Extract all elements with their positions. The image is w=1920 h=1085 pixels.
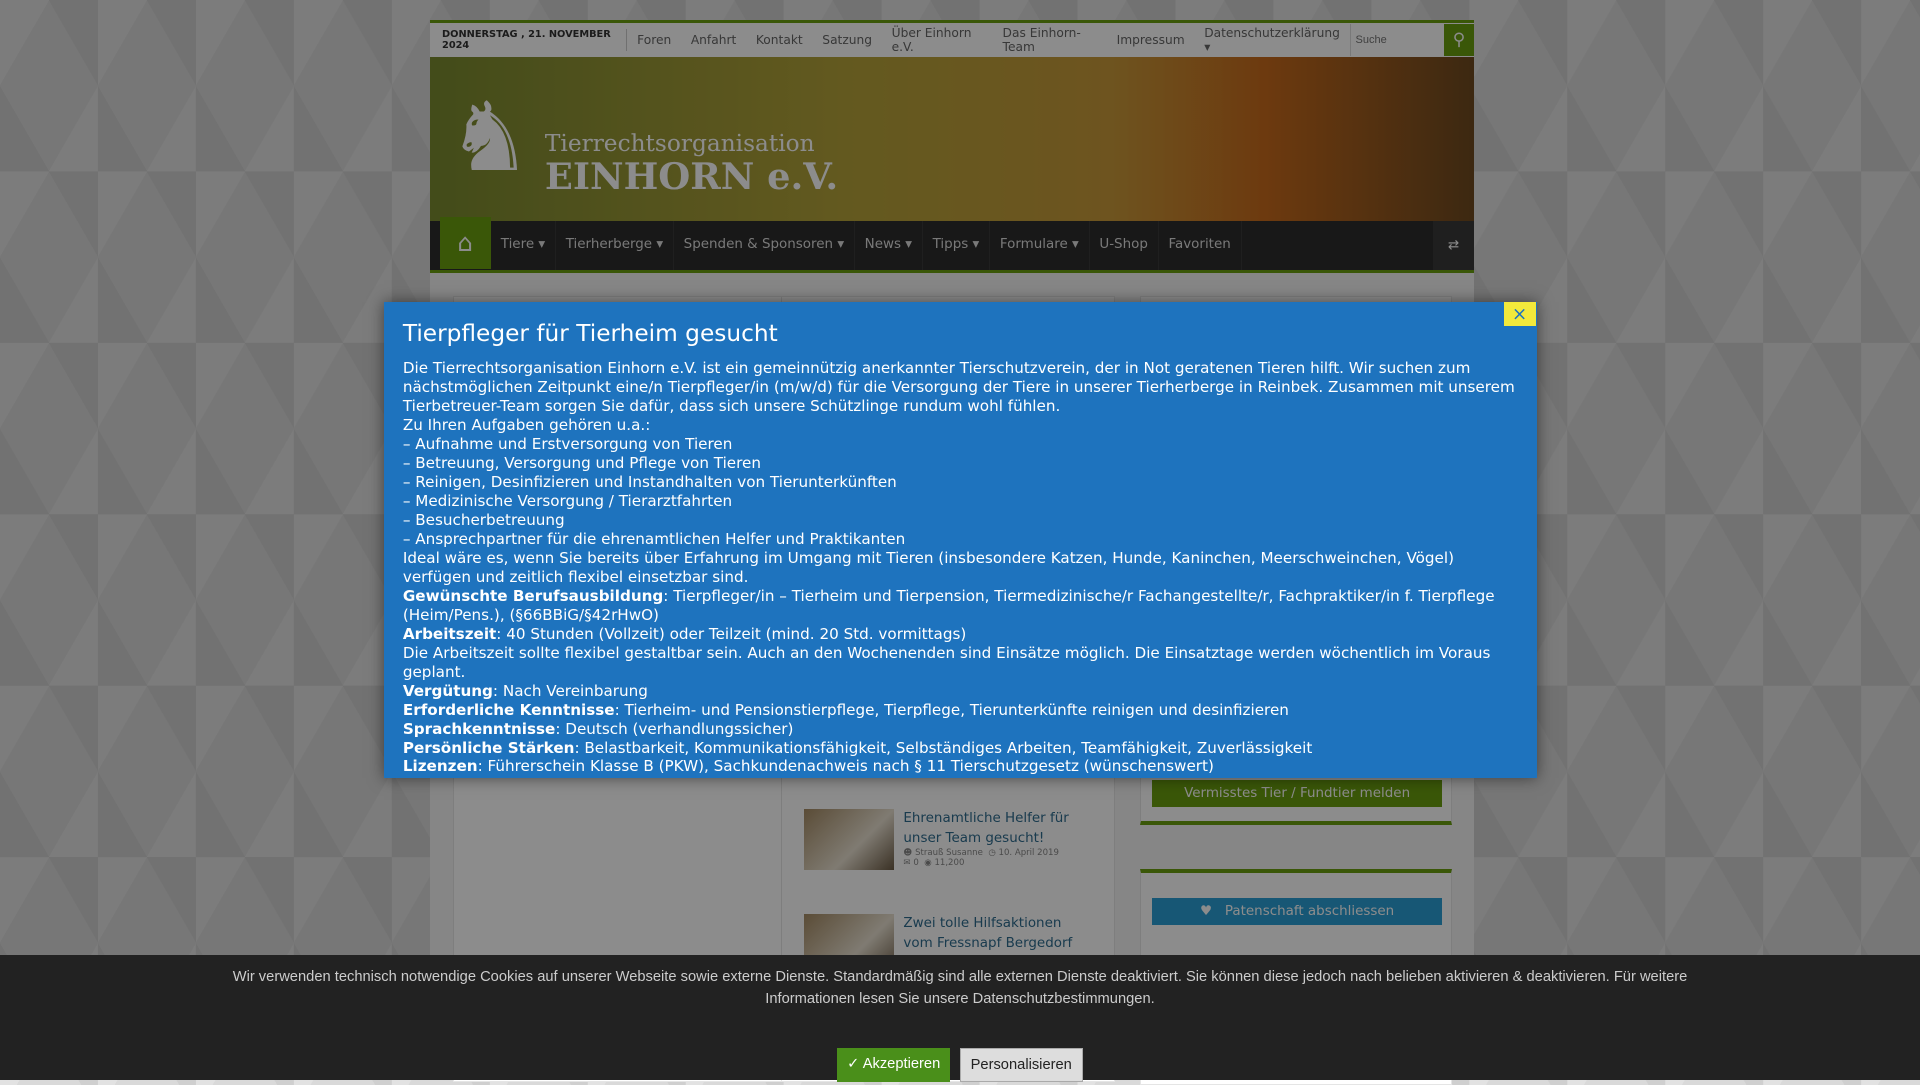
field-verguetung: Vergütung: Nach Vereinbarung <box>402 681 648 700</box>
field-kenntnisse: Erforderliche Kenntnisse: Tierheim- und … <box>402 700 1289 719</box>
personalize-cookies-button[interactable]: Personalisieren <box>959 1048 1083 1082</box>
job-popup: × Tierpfleger für Tierheim gesucht Die T… <box>384 302 1537 778</box>
field-lizenzen: Lizenzen: Führerschein Klasse B (PKW), S… <box>402 757 1214 776</box>
tasks-heading: Zu Ihren Aufgaben gehören u.a.: <box>402 415 651 434</box>
task-item: – Ansprechpartner für die ehrenamtlichen… <box>402 529 906 548</box>
field-arbeitszeit: Arbeitszeit: 40 Stunden (Vollzeit) oder … <box>402 624 967 643</box>
popup-title: Tierpfleger für Tierheim gesucht <box>402 319 778 347</box>
intro-text: Die Tierrechtsorganisation Einhorn e.V. … <box>402 358 1515 415</box>
task-item: – Betreuung, Versorgung und Pflege von T… <box>402 453 761 472</box>
task-item: – Aufnahme und Erstversorgung von Tieren <box>402 434 733 453</box>
worktime-note: Die Arbeitszeit sollte flexibel gestaltb… <box>402 643 1491 681</box>
cookie-text: Wir verwenden technisch notwendige Cooki… <box>232 969 1688 1008</box>
task-item: – Besucherbetreuung <box>402 510 565 529</box>
field-sprache: Sprachkenntnisse: Deutsch (verhandlungss… <box>402 719 794 738</box>
field-staerken: Persönliche Stärken: Belastbarkeit, Komm… <box>402 738 1313 757</box>
cookie-banner: Wir verwenden technisch notwendige Cooki… <box>0 955 1920 1082</box>
ideal-text: Ideal wäre es, wenn Sie bereits über Erf… <box>402 548 1455 586</box>
task-item: – Reinigen, Desinfizieren und Instandhal… <box>402 472 897 491</box>
close-icon[interactable]: × <box>1503 302 1536 326</box>
field-ausbildung: Gewünschte Berufsausbildung: Tierpfleger… <box>402 586 1495 624</box>
task-item: – Medizinische Versorgung / Tierarztfahr… <box>402 491 733 510</box>
accept-cookies-button[interactable]: ✓ Akzeptieren <box>837 1048 951 1082</box>
